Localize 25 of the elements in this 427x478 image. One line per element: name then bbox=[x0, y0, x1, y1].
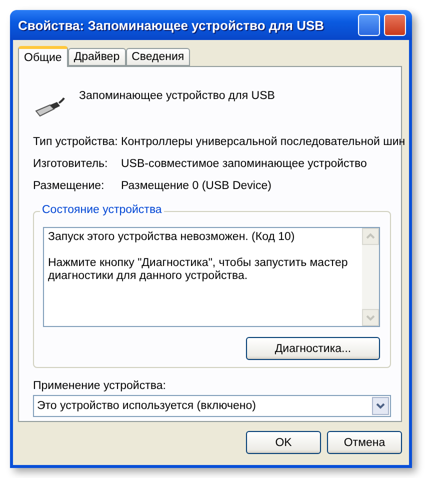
close-button[interactable] bbox=[384, 14, 406, 36]
property-value: Размещение 0 (USB Device) bbox=[121, 180, 272, 192]
usage-dropdown[interactable]: Это устройство используется (включено) bbox=[33, 395, 391, 417]
window-title: Свойства: Запоминающее устройство для USB bbox=[18, 18, 326, 32]
scroll-down-icon bbox=[362, 309, 379, 326]
group-title: Состояние устройства bbox=[40, 204, 164, 216]
property-label: Изготовитель: bbox=[33, 158, 109, 170]
property-label: Размещение: bbox=[33, 180, 106, 192]
usage-label: Применение устройства: bbox=[33, 380, 167, 392]
cancel-button[interactable]: Отмена bbox=[327, 431, 402, 454]
diagnostics-button[interactable]: Диагностика... bbox=[246, 337, 380, 360]
status-text-box[interactable]: Запуск этого устройства невозможен. (Код 10) Нажмите кнопку "Диагностика", чтобы запустить мастер диагностики для данного устройства. bbox=[43, 227, 380, 327]
ok-button[interactable]: OK bbox=[246, 431, 321, 454]
tab[interactable]: Драйвер bbox=[68, 48, 126, 66]
status-message: Запуск этого устройства невозможен. (Код 10) bbox=[48, 231, 296, 244]
property-value: Контроллеры универсальной последовательной шин bbox=[121, 136, 406, 148]
property-value: USB-совместимое запоминающее устройство bbox=[121, 158, 367, 170]
help-button[interactable] bbox=[358, 14, 380, 36]
usb-plug-icon bbox=[33, 97, 65, 119]
scroll-up-icon bbox=[362, 228, 379, 245]
property-label: Тип устройства: bbox=[33, 136, 119, 148]
status-message: Нажмите кнопку "Диагностика", чтобы запустить мастер диагностики для данного устройства. bbox=[48, 257, 349, 283]
device-name: Запоминающее устройство для USB bbox=[79, 90, 275, 102]
tab[interactable]: Сведения bbox=[126, 48, 190, 66]
tab[interactable]: Общие bbox=[18, 46, 68, 67]
